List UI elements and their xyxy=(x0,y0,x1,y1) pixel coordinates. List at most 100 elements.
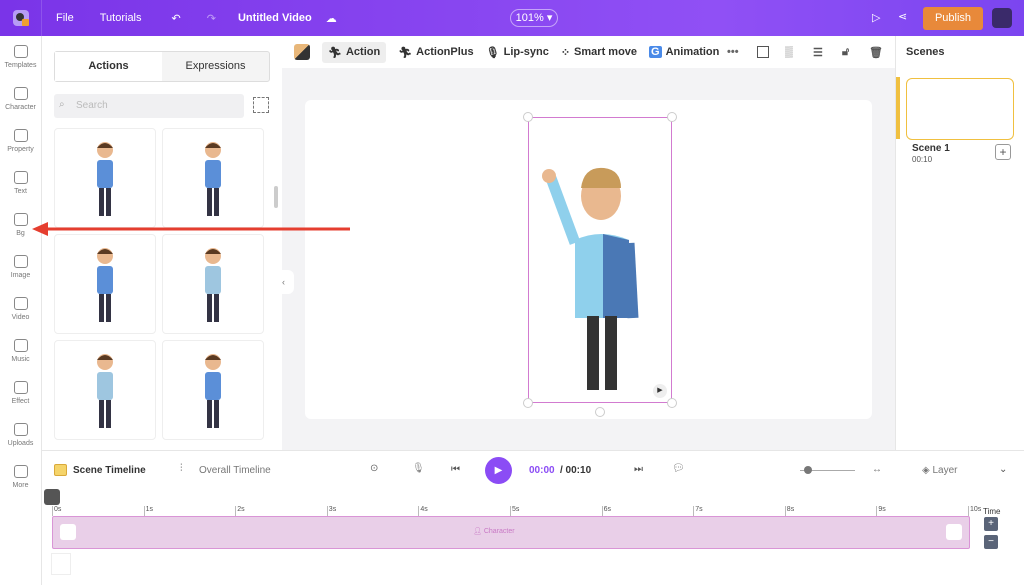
running-icon: 🏃︎ xyxy=(398,46,413,59)
sidebar-item-effect[interactable]: Effect xyxy=(0,372,41,414)
search-input[interactable]: Search xyxy=(54,94,244,118)
action-item[interactable] xyxy=(162,340,264,440)
left-sidebar: Templates Character Property Text Bg Image Vid… xyxy=(0,36,42,585)
actionplus-button[interactable]: 🏃︎ ActionPlus xyxy=(398,46,473,59)
microphone-icon[interactable]: 🎙︎ xyxy=(412,463,425,474)
playhead-handle[interactable] xyxy=(44,489,60,505)
actions-panel: Actions Expressions Search ⌕ xyxy=(42,36,282,450)
action-item[interactable] xyxy=(54,128,156,228)
sidebar-item-templates[interactable]: Templates xyxy=(0,36,41,78)
sidebar-item-music[interactable]: Music xyxy=(0,330,41,372)
search-icon: ⌕ xyxy=(59,99,65,110)
selected-character[interactable] xyxy=(528,117,672,403)
align-icon[interactable]: ☰ xyxy=(813,46,823,59)
panel-scrollbar[interactable] xyxy=(274,186,278,208)
action-item[interactable] xyxy=(54,340,156,440)
lock-icon[interactable]: 🔓︎ xyxy=(842,46,849,59)
tutorials-menu[interactable]: Tutorials xyxy=(100,12,142,24)
image-icon xyxy=(13,255,28,268)
character-thumbnail xyxy=(205,248,221,322)
collapse-panel-button[interactable]: ‹ xyxy=(282,270,294,294)
fullscreen-icon[interactable] xyxy=(253,97,269,113)
play-character-icon[interactable]: ▶ xyxy=(653,384,667,398)
bg-icon xyxy=(13,213,28,226)
sidebar-item-character[interactable]: Character xyxy=(0,78,41,120)
add-scene-button[interactable]: + xyxy=(995,144,1011,160)
tab-expressions[interactable]: Expressions xyxy=(162,52,269,81)
character-thumbnail xyxy=(97,142,113,216)
character-thumbnail xyxy=(205,354,221,428)
smart-move-button[interactable]: ⁘ Smart move xyxy=(561,46,637,59)
publish-button[interactable]: Publish xyxy=(923,7,983,30)
sidebar-item-label: Video xyxy=(11,314,30,321)
color-swatch[interactable] xyxy=(294,44,310,60)
character-figure xyxy=(542,167,639,390)
file-menu[interactable]: File xyxy=(56,12,74,24)
top-bar: File Tutorials ↶ ↷ Untitled Video ☁ 101%… xyxy=(0,0,1024,36)
app-logo[interactable] xyxy=(0,0,42,36)
tab-scene-timeline[interactable]: Scene Timeline xyxy=(73,465,146,476)
resize-handle[interactable] xyxy=(667,398,677,408)
scene-thumbnail[interactable] xyxy=(906,78,1014,140)
sidebar-item-property[interactable]: Property xyxy=(0,120,41,162)
character-thumbnail xyxy=(97,248,113,322)
action-item[interactable] xyxy=(162,234,264,334)
share-icon[interactable]: ⋖ xyxy=(898,10,907,23)
flip-icon[interactable] xyxy=(757,46,769,58)
zoom-slider-thumb[interactable] xyxy=(804,466,812,474)
resize-handle[interactable] xyxy=(523,112,533,122)
redo-icon[interactable]: ↷ xyxy=(207,12,216,25)
scene-indicator xyxy=(896,77,900,139)
subtitle-icon[interactable]: 💬︎ xyxy=(672,463,685,474)
time-tick: 9s xyxy=(876,506,886,516)
sidebar-item-label: Bg xyxy=(16,230,25,237)
animation-button[interactable]: G Animation xyxy=(649,46,719,58)
zoom-dropdown[interactable]: 101% ▾ xyxy=(510,9,558,27)
time-tick: 3s xyxy=(326,506,336,516)
sidebar-item-image[interactable]: Image xyxy=(0,246,41,288)
layer-button[interactable]: ◈ Layer xyxy=(922,465,957,476)
collapse-timeline-icon[interactable]: ⌄ xyxy=(999,464,1007,475)
undo-icon[interactable]: ↶ xyxy=(172,12,181,25)
rotate-handle[interactable] xyxy=(595,407,605,417)
sidebar-item-label: More xyxy=(12,482,29,489)
character-track[interactable]: 👤︎ Character xyxy=(52,516,970,549)
scenes-title: Scenes xyxy=(906,46,945,58)
character-thumbnail xyxy=(205,142,221,216)
time-zoom-out-button[interactable]: − xyxy=(984,535,998,549)
camera-focus-icon[interactable]: ⊙ xyxy=(370,463,378,474)
more-icon[interactable]: ••• xyxy=(727,46,739,58)
character-track-thumbnail[interactable] xyxy=(51,553,71,575)
sidebar-item-more[interactable]: More xyxy=(0,456,41,498)
fit-icon[interactable]: ↔ xyxy=(872,464,882,475)
action-item[interactable] xyxy=(54,234,156,334)
play-button[interactable]: ▶ xyxy=(485,457,512,484)
video-title[interactable]: Untitled Video xyxy=(238,12,312,24)
preview-play-icon[interactable]: ▷ xyxy=(872,11,880,24)
skip-back-icon[interactable]: ⏮︎ xyxy=(451,464,460,475)
exit-animation-button[interactable] xyxy=(946,524,962,540)
delete-icon[interactable]: 🗑︎ xyxy=(869,46,883,59)
transparency-icon[interactable]: ▒ xyxy=(785,46,793,58)
resize-handle[interactable] xyxy=(667,112,677,122)
sidebar-item-uploads[interactable]: Uploads xyxy=(0,414,41,456)
smart-move-icon: ⁘ xyxy=(560,46,571,59)
resize-handle[interactable] xyxy=(523,398,533,408)
tab-overall-timeline[interactable]: Overall Timeline xyxy=(199,465,271,476)
lipsync-button[interactable]: 🎙︎ Lip-sync xyxy=(486,46,549,59)
sidebar-item-text[interactable]: Text xyxy=(0,162,41,204)
time-tick: 1s xyxy=(143,506,153,516)
action-button[interactable]: 🏃︎ Action xyxy=(322,41,387,63)
avatar[interactable] xyxy=(992,8,1012,28)
skip-forward-icon[interactable]: ⏭︎ xyxy=(634,464,643,475)
timeline: Scene Timeline ⫶ Overall Timeline ⊙ 🎙︎ ⏮… xyxy=(42,450,1024,585)
scene-duration: 00:10 xyxy=(912,155,933,164)
sidebar-item-video[interactable]: Video xyxy=(0,288,41,330)
tab-actions[interactable]: Actions xyxy=(55,52,162,81)
time-tick: 10s xyxy=(968,506,981,516)
action-item[interactable] xyxy=(162,128,264,228)
zoom-value: 101% xyxy=(515,12,544,24)
scene-name: Scene 1 xyxy=(912,143,950,154)
time-zoom-in-button[interactable]: + xyxy=(984,517,998,531)
entry-animation-button[interactable] xyxy=(60,524,76,540)
